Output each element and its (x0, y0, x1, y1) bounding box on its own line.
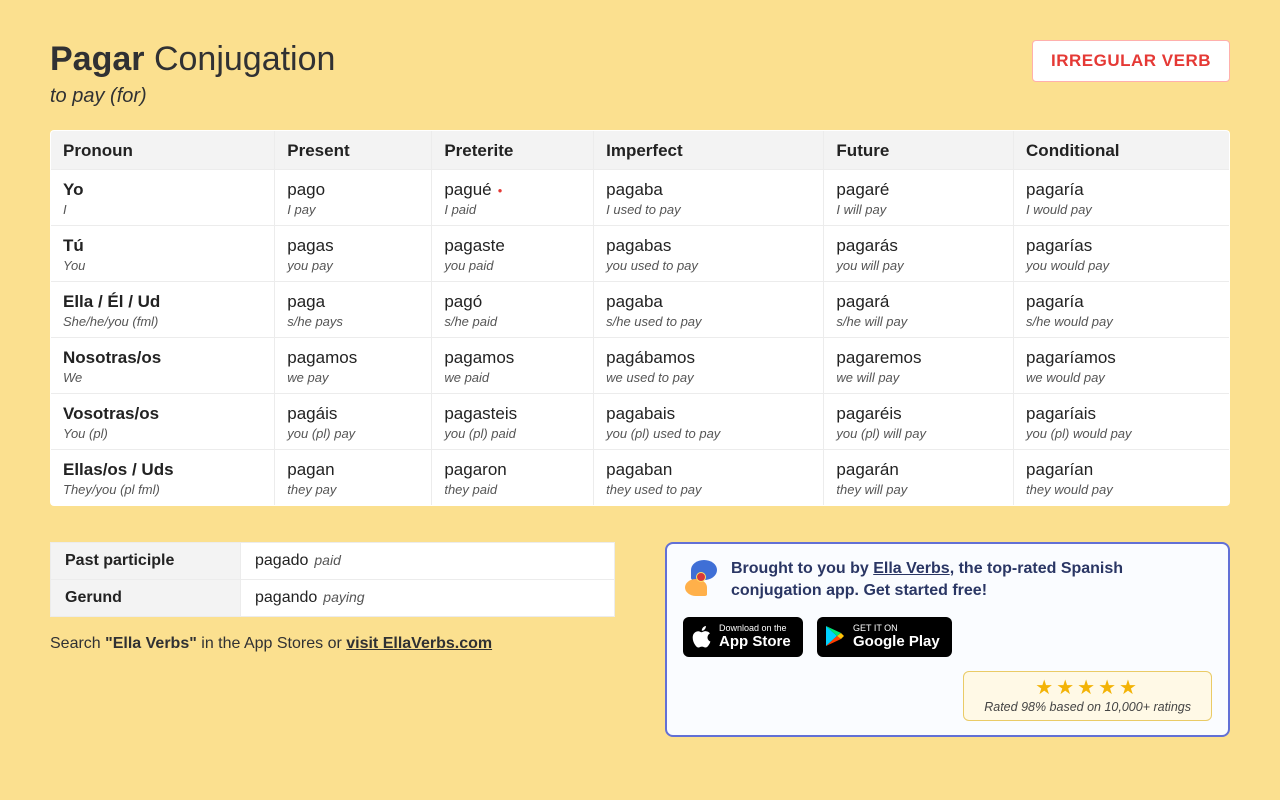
column-header: Conditional (1014, 131, 1230, 170)
participle-label: Past participle (51, 543, 241, 580)
conjugation-cell: paganthey pay (275, 450, 432, 506)
column-header: Future (824, 131, 1014, 170)
conjugation-cell: pagaríanthey would pay (1014, 450, 1230, 506)
table-row: Vosotras/osYou (pl)pagáisyou (pl) paypag… (51, 394, 1230, 450)
visit-link[interactable]: visit EllaVerbs.com (346, 635, 492, 652)
conjugation-cell: pagaríasyou would pay (1014, 226, 1230, 282)
participle-row: Past participlepagadopaid (51, 543, 615, 580)
conjugation-cell: pagamoswe pay (275, 338, 432, 394)
conjugation-cell: pagarías/he would pay (1014, 282, 1230, 338)
ella-verbs-link[interactable]: Ella Verbs (873, 560, 950, 577)
promo-box: Brought to you by Ella Verbs, the top-ra… (665, 542, 1230, 737)
conjugation-cell: pagasteisyou (pl) paid (432, 394, 594, 450)
play-icon (825, 625, 845, 647)
pronoun-cell: YoI (51, 170, 275, 226)
google-play-button[interactable]: GET IT ON Google Play (817, 617, 952, 657)
conjugation-cell: pagoI pay (275, 170, 432, 226)
pronoun-cell: Ellas/os / UdsThey/you (pl fml) (51, 450, 275, 506)
participle-value: pagandopaying (241, 580, 615, 617)
conjugation-cell: pagas/he pays (275, 282, 432, 338)
conjugation-cell: pagamoswe paid (432, 338, 594, 394)
conjugation-cell: pagáisyou (pl) pay (275, 394, 432, 450)
participle-label: Gerund (51, 580, 241, 617)
app-icon (683, 560, 719, 596)
conjugation-cell: pagasteyou paid (432, 226, 594, 282)
title-rest: Conjugation (154, 40, 335, 78)
app-store-button[interactable]: Download on the App Store (683, 617, 803, 657)
table-row: YoIpagoI paypaguéI paidpagabaI used to p… (51, 170, 1230, 226)
conjugation-cell: pagaronthey paid (432, 450, 594, 506)
conjugation-cell: pagabaisyou (pl) used to pay (594, 394, 824, 450)
conjugation-cell: pagaremoswe will pay (824, 338, 1014, 394)
search-note: Search "Ella Verbs" in the App Stores or… (50, 635, 615, 653)
table-row: Nosotras/osWepagamoswe paypagamoswe paid… (51, 338, 1230, 394)
conjugation-cell: pagaréI will pay (824, 170, 1014, 226)
pronoun-cell: TúYou (51, 226, 275, 282)
conjugation-cell: pagaríamoswe would pay (1014, 338, 1230, 394)
apple-icon (691, 625, 713, 649)
table-row: TúYoupagasyou paypagasteyou paidpagabasy… (51, 226, 1230, 282)
conjugation-cell: pagaríaisyou (pl) would pay (1014, 394, 1230, 450)
conjugation-cell: pagabas/he used to pay (594, 282, 824, 338)
conjugation-cell: pagabaI used to pay (594, 170, 824, 226)
participle-value: pagadopaid (241, 543, 615, 580)
conjugation-cell: pagaríaI would pay (1014, 170, 1230, 226)
star-icons: ★★★★★ (984, 678, 1191, 698)
column-header: Pronoun (51, 131, 275, 170)
irregular-badge: IRREGULAR VERB (1032, 40, 1230, 82)
promo-text: Brought to you by Ella Verbs, the top-ra… (731, 558, 1212, 603)
conjugation-cell: pagábamoswe used to pay (594, 338, 824, 394)
verb-translation: to pay (for) (50, 85, 335, 108)
conjugation-table: PronounPresentPreteriteImperfectFutureCo… (50, 130, 1230, 506)
table-row: Ella / Él / UdShe/he/you (fml)pagas/he p… (51, 282, 1230, 338)
conjugation-cell: pagarás/he will pay (824, 282, 1014, 338)
conjugation-cell: pagós/he paid (432, 282, 594, 338)
pronoun-cell: Nosotras/osWe (51, 338, 275, 394)
pronoun-cell: Vosotras/osYou (pl) (51, 394, 275, 450)
conjugation-cell: pagaránthey will pay (824, 450, 1014, 506)
conjugation-cell: paguéI paid (432, 170, 594, 226)
pronoun-cell: Ella / Él / UdShe/he/you (fml) (51, 282, 275, 338)
column-header: Imperfect (594, 131, 824, 170)
conjugation-cell: pagabanthey used to pay (594, 450, 824, 506)
page-title: Pagar Conjugation (50, 40, 335, 79)
table-row: Ellas/os / UdsThey/you (pl fml)paganthey… (51, 450, 1230, 506)
conjugation-cell: pagasyou pay (275, 226, 432, 282)
conjugation-cell: pagaréisyou (pl) will pay (824, 394, 1014, 450)
column-header: Present (275, 131, 432, 170)
conjugation-cell: pagarásyou will pay (824, 226, 1014, 282)
conjugation-cell: pagabasyou used to pay (594, 226, 824, 282)
participle-table: Past participlepagadopaidGerundpagandopa… (50, 542, 615, 617)
rating-box: ★★★★★ Rated 98% based on 10,000+ ratings (963, 671, 1212, 721)
participle-row: Gerundpagandopaying (51, 580, 615, 617)
column-header: Preterite (432, 131, 594, 170)
verb-name: Pagar (50, 40, 145, 78)
